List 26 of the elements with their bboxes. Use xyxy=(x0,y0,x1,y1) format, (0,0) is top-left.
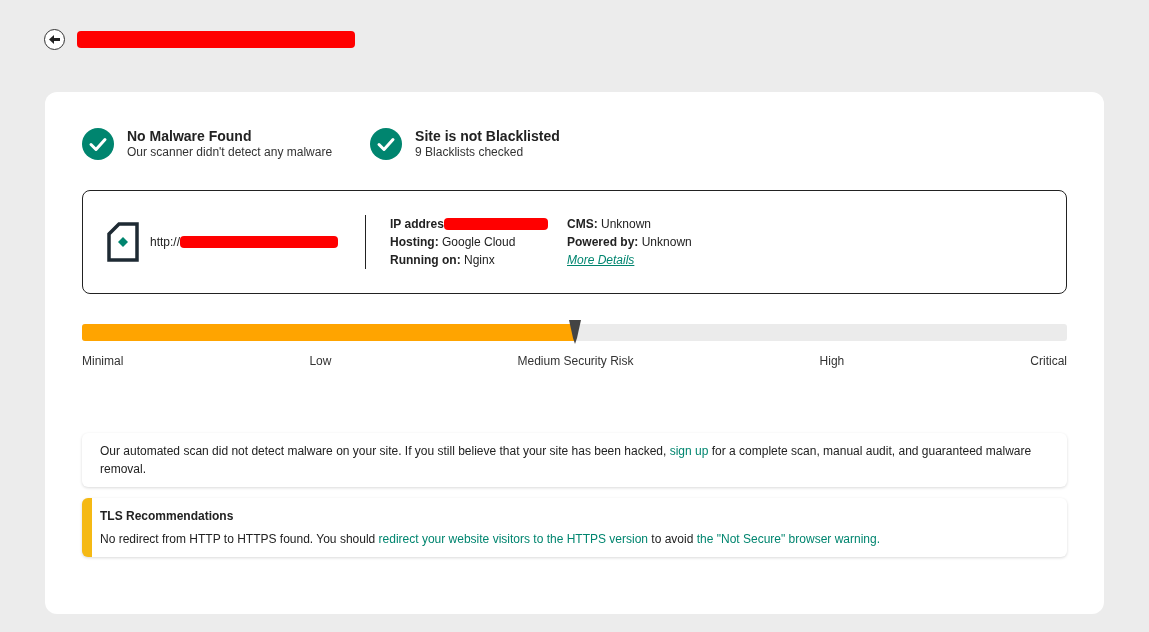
site-url: http:// xyxy=(150,234,181,251)
info-text: CMS: Unknown xyxy=(567,216,653,233)
page-icon xyxy=(107,222,139,262)
risk-label: High xyxy=(819,353,845,370)
notice-title: TLS Recommendations xyxy=(100,508,235,525)
risk-label: Critical xyxy=(1030,353,1067,370)
info-text: Hosting: Google Cloud xyxy=(390,234,516,251)
check-title: Site is not Blacklisted xyxy=(415,128,560,145)
check-title: No Malware Found xyxy=(127,128,253,145)
notice-link[interactable]: sign up xyxy=(669,444,709,458)
back-button[interactable] xyxy=(44,29,65,50)
risk-label: Medium Security Risk xyxy=(517,353,634,370)
check-subtitle: Our scanner didn't detect any malware xyxy=(127,145,333,160)
info-text: IP addres xyxy=(390,216,444,233)
notice-text: No redirect from HTTP to HTTPS found. You should redirect your website visitors to the HTTPS version to avoid the "Not Secure" browser warning. xyxy=(100,531,881,548)
notice-link[interactable]: redirect your website visitors to the HTTPS version xyxy=(378,532,648,546)
notice-text: Our automated scan did not detect malware on your site. If you still believe that your site has been hacked, sign up for a complete scan, manual audit, and guaranteed malware removal. xyxy=(100,443,1033,478)
risk-label: Low xyxy=(309,353,332,370)
more-details-link[interactable]: More Details xyxy=(567,251,635,269)
back-arrow-icon xyxy=(49,35,60,44)
info-text: Powered by: Unknown xyxy=(567,234,692,251)
pointer-icon xyxy=(567,319,582,345)
check-subtitle: 9 Blacklists checked xyxy=(415,145,525,160)
notice-link[interactable]: the "Not Secure" browser warning. xyxy=(696,532,880,546)
risk-label: Minimal xyxy=(82,353,124,370)
info-text: Running on: Nginx xyxy=(390,252,495,269)
